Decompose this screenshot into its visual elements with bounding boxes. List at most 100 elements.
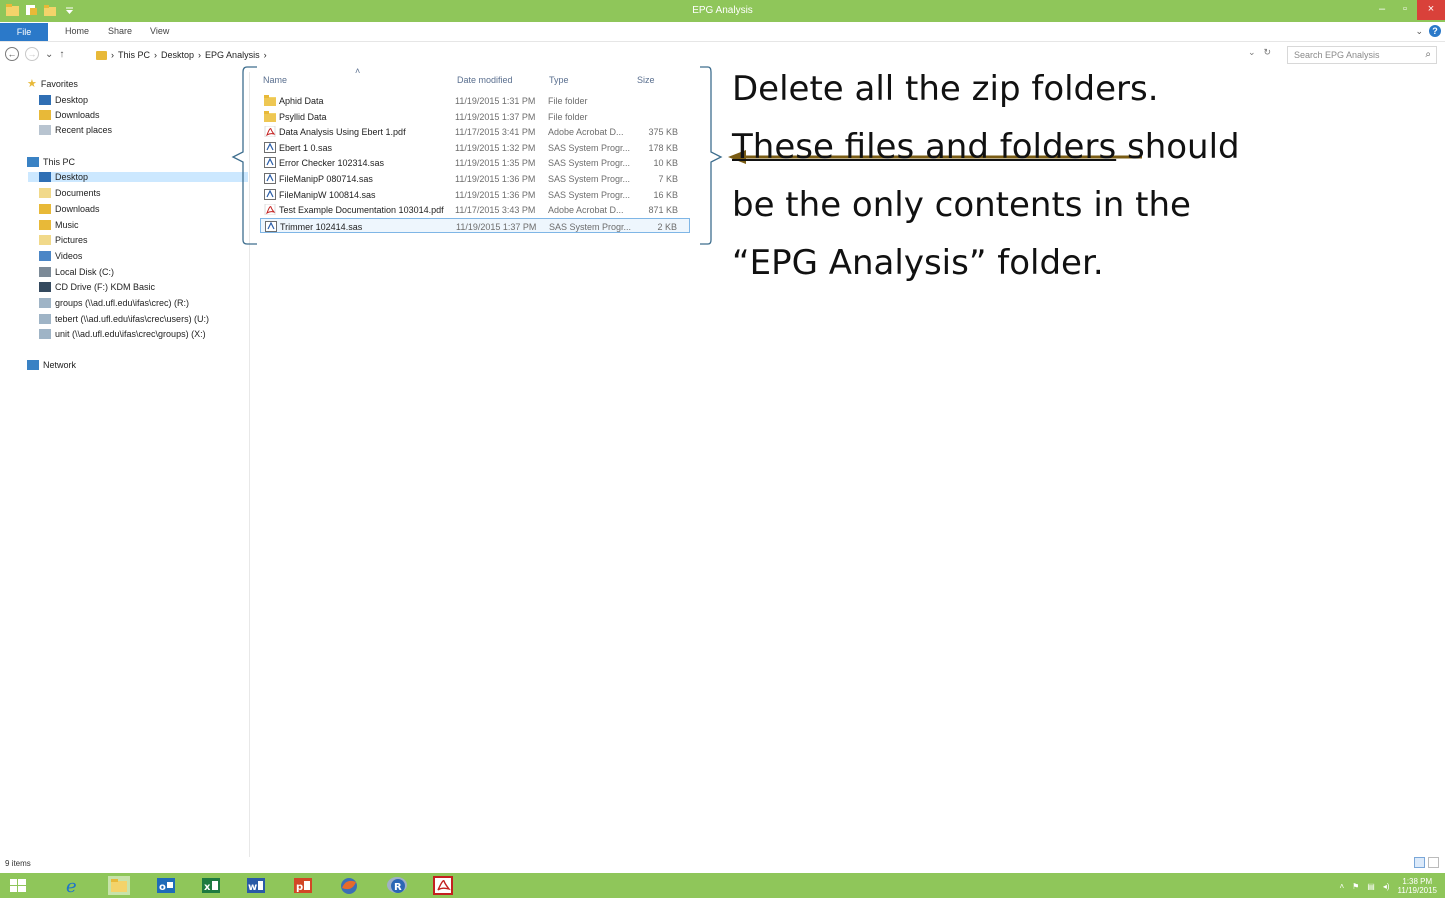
breadcrumb-separator: › [198, 50, 202, 60]
refresh-icon[interactable]: ↻ [1264, 47, 1272, 58]
pdf-icon [264, 126, 276, 138]
r-icon[interactable]: R [386, 876, 408, 895]
tab-home[interactable]: Home [65, 26, 89, 36]
tab-file[interactable]: File [0, 23, 48, 41]
table-row[interactable]: Trimmer 102414.sas 11/19/2015 1:37 PM SAS … [260, 217, 690, 233]
table-row[interactable]: Data Analysis Using Ebert 1.pdf 11/17/201… [260, 124, 690, 139]
nav-fav-recent[interactable]: Recent places [39, 125, 112, 135]
nav-pc-pictures[interactable]: Pictures [39, 235, 88, 245]
annotation-line-3: be the only contents in the [732, 185, 1191, 225]
network-drive-icon [39, 314, 51, 324]
table-row[interactable]: Error Checker 102314.sas 11/19/2015 1:35 … [260, 155, 690, 170]
close-button[interactable]: × [1417, 0, 1445, 20]
desktop-icon [39, 172, 51, 182]
acrobat-icon[interactable] [432, 876, 454, 895]
recent-locations-icon[interactable]: ⌄ [45, 49, 53, 60]
chevron-down-icon[interactable]: ⌄ [1415, 26, 1423, 37]
word-icon[interactable]: w [245, 876, 267, 895]
nav-pc-music[interactable]: Music [39, 220, 79, 230]
file-type: SAS System Progr... [549, 221, 632, 232]
nav-pc-tebert[interactable]: tebert (\\ad.ufl.edu\ifas\crec\users) (U… [39, 314, 209, 324]
table-row[interactable]: Psyllid Data 11/19/2015 1:37 PM File folde… [260, 109, 690, 124]
outlook-icon[interactable]: o [155, 876, 177, 895]
right-bracket [700, 66, 723, 245]
annotation-underlined: These files and folders [732, 127, 1117, 167]
folder-icon [264, 95, 276, 106]
nav-this-pc[interactable]: This PC [27, 157, 75, 167]
excel-icon[interactable]: x [200, 876, 222, 895]
minimize-button[interactable]: – [1372, 0, 1392, 20]
breadcrumb-this-pc[interactable]: This PC [118, 50, 150, 60]
table-row[interactable]: Aphid Data 11/19/2015 1:31 PM File folder [260, 93, 690, 108]
nav-pc-cd-drive[interactable]: CD Drive (F:) KDM Basic [39, 282, 155, 292]
address-dropdown-icon[interactable]: ⌄ [1248, 47, 1256, 58]
navigation-pane: ★ Favorites Desktop Downloads Recent pla… [0, 72, 250, 857]
svg-text:w: w [248, 882, 257, 893]
flag-icon[interactable]: ⚑ [1352, 882, 1359, 891]
maximize-button[interactable]: ▫ [1395, 0, 1415, 20]
breadcrumb-epg-analysis[interactable]: EPG Analysis [205, 50, 260, 60]
svg-text:p: p [296, 882, 303, 893]
search-icon[interactable]: ⌕ [1425, 49, 1431, 60]
nav-favorites[interactable]: ★ Favorites [27, 79, 78, 90]
table-row[interactable]: Ebert 1 0.sas 11/19/2015 1:32 PM SAS Syste… [260, 140, 690, 155]
column-header-type[interactable]: Type [549, 75, 569, 85]
sort-arrow-icon: ˄ [355, 66, 361, 76]
svg-text:x: x [204, 882, 211, 893]
file-explorer-icon[interactable] [108, 876, 130, 895]
nav-pc-unit[interactable]: unit (\\ad.ufl.edu\ifas\crec\groups) (X:… [39, 329, 206, 339]
nav-pc-videos[interactable]: Videos [39, 251, 82, 261]
clock[interactable]: 1:38 PM 11/19/2015 [1398, 877, 1437, 895]
nav-pc-documents[interactable]: Documents [39, 188, 101, 198]
tab-view[interactable]: View [150, 26, 169, 36]
breadcrumb[interactable]: › This PC › Desktop › EPG Analysis › [96, 50, 267, 60]
table-row[interactable]: FileManipW 100814.sas 11/19/2015 1:36 PM S… [260, 187, 690, 202]
file-type: File folder [548, 111, 588, 122]
file-name: Data Analysis Using Ebert 1.pdf [279, 127, 406, 138]
folder-icon [264, 110, 276, 122]
nav-fav-downloads[interactable]: Downloads [39, 110, 100, 120]
network-status-icon[interactable]: ▤ [1367, 882, 1375, 891]
column-header-date[interactable]: Date modified [457, 75, 513, 85]
sas-icon [264, 141, 276, 153]
nav-pc-desktop[interactable]: Desktop [28, 172, 248, 182]
windows-start-icon[interactable] [7, 876, 29, 895]
volume-icon[interactable]: ◂) [1383, 882, 1390, 891]
help-icon[interactable]: ? [1429, 25, 1441, 37]
view-buttons [1414, 857, 1439, 868]
annotation-text: Delete all the zip folders. These files … [732, 60, 1432, 292]
back-icon[interactable]: ← [5, 47, 19, 61]
nav-network[interactable]: Network [27, 360, 76, 370]
nav-pc-groups[interactable]: groups (\\ad.ufl.edu\ifas\crec) (R:) [39, 298, 189, 308]
table-row[interactable]: FileManipP 080714.sas 11/19/2015 1:36 PM S… [260, 171, 690, 186]
up-arrow-icon[interactable]: ↑ [59, 49, 64, 60]
file-date: 11/19/2015 1:37 PM [455, 111, 536, 122]
system-tray: ˄ ⚑ ▤ ◂) 1:38 PM 11/19/2015 [1339, 877, 1437, 895]
file-type: File folder [548, 96, 588, 106]
nav-fav-desktop[interactable]: Desktop [39, 95, 88, 105]
file-date: 11/19/2015 1:36 PM [455, 189, 536, 200]
file-size: 375 KB [648, 127, 678, 138]
breadcrumb-desktop[interactable]: Desktop [161, 50, 194, 60]
tray-expand-icon[interactable]: ˄ [1339, 882, 1344, 891]
firefox-icon[interactable] [338, 876, 360, 895]
file-type: Adobe Acrobat D... [548, 205, 624, 216]
explorer-window: { "window": { "title": "EPG Analysis", "… [0, 0, 1445, 898]
details-view-icon[interactable] [1414, 857, 1425, 868]
column-header-name[interactable]: Name [263, 75, 287, 85]
column-header-size[interactable]: Size [637, 75, 655, 85]
nav-pc-downloads[interactable]: Downloads [39, 204, 100, 214]
large-icons-view-icon[interactable] [1428, 857, 1439, 868]
internet-explorer-icon[interactable]: e [62, 876, 84, 895]
table-row[interactable]: Test Example Documentation 103014.pdf 11/… [260, 202, 690, 217]
tab-share[interactable]: Share [108, 26, 132, 36]
nav-pc-local-disk[interactable]: Local Disk (C:) [39, 267, 114, 277]
file-type: SAS System Progr... [548, 189, 631, 200]
forward-icon[interactable]: → [25, 47, 39, 61]
powerpoint-icon[interactable]: p [292, 876, 314, 895]
file-date: 11/19/2015 1:31 PM [455, 96, 536, 106]
file-name: Error Checker 102314.sas [279, 158, 385, 169]
drive-icon [39, 267, 51, 277]
file-type: SAS System Progr... [548, 142, 631, 153]
sas-icon [264, 173, 276, 184]
